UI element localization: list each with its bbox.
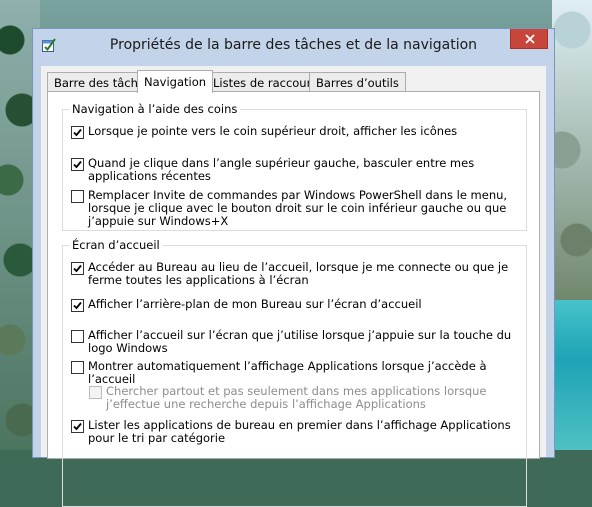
option-desktop-background[interactable]: Afficher l’arrière-plan de mon Bureau su… — [71, 298, 518, 312]
check-icon — [73, 128, 82, 137]
option-label: Lister les applications de bureau en pre… — [88, 418, 511, 445]
wallpaper-sea — [552, 300, 592, 450]
option-label: Chercher partout et pas seulement dans m… — [106, 384, 487, 411]
option-label: Remplacer Invite de commandes par Window… — [88, 188, 508, 228]
option-boot-to-desktop[interactable]: Accéder au Bureau au lieu de l’accueil, … — [71, 261, 518, 287]
check-icon — [73, 301, 82, 310]
option-label: Afficher l’arrière-plan de mon Bureau su… — [88, 297, 422, 311]
wallpaper-foliage-right — [552, 0, 592, 300]
checkbox[interactable] — [71, 158, 84, 171]
checkbox[interactable] — [71, 420, 84, 433]
option-label: Quand je clique dans l’angle supérieur g… — [88, 156, 475, 183]
checkbox[interactable] — [71, 299, 84, 312]
option-search-everywhere: Chercher partout et pas seulement dans m… — [89, 385, 518, 411]
option-label: Lorsque je pointe vers le coin supérieur… — [88, 124, 458, 138]
option-label: Afficher l’accueil sur l’écran que j’uti… — [88, 328, 512, 355]
option-show-apps-view[interactable]: Montrer automatiquement l’affichage Appl… — [71, 360, 518, 386]
checkbox-disabled — [89, 386, 102, 399]
start-screen-group: Écran d’accueil Accéder au Bureau au lie… — [62, 238, 527, 507]
window-title: Propriétés de la barre des tâches et de … — [109, 37, 478, 53]
corner-navigation-group: Navigation à l’aide des coins Lorsque je… — [62, 102, 527, 231]
check-icon — [73, 422, 82, 431]
properties-dialog: Propriétés de la barre des tâches et de … — [32, 28, 555, 507]
checkbox[interactable] — [71, 330, 84, 343]
dialog-client-area: Barre des tâches Navigation Listes de ra… — [41, 66, 546, 507]
option-switch-apps-top-left[interactable]: Quand je clique dans l’angle supérieur g… — [71, 157, 518, 183]
option-powershell-menu[interactable]: Remplacer Invite de commandes par Window… — [71, 189, 518, 228]
tab-barres-d-outils[interactable]: Barres d’outils — [309, 72, 406, 92]
option-charms-top-right[interactable]: Lorsque je pointe vers le coin supérieur… — [71, 125, 518, 139]
option-label: Montrer automatiquement l’affichage Appl… — [88, 359, 487, 386]
group-title-corners: Navigation à l’aide des coins — [69, 102, 241, 116]
navigation-tab-panel: Navigation à l’aide des coins Lorsque je… — [47, 91, 540, 507]
checkbox[interactable] — [71, 190, 84, 203]
group-title-start: Écran d’accueil — [69, 238, 163, 252]
title-bar[interactable]: Propriétés de la barre des tâches et de … — [33, 29, 554, 65]
checkbox[interactable] — [71, 126, 84, 139]
option-start-on-active-screen[interactable]: Afficher l’accueil sur l’écran que j’uti… — [71, 329, 518, 355]
checkbox[interactable] — [71, 361, 84, 374]
option-desktop-apps-first[interactable]: Lister les applications de bureau en pre… — [71, 419, 518, 445]
close-button[interactable] — [510, 29, 548, 49]
close-icon — [525, 34, 535, 44]
tab-navigation[interactable]: Navigation — [137, 70, 214, 93]
check-icon — [73, 160, 82, 169]
checkbox[interactable] — [71, 262, 84, 275]
option-label: Accéder au Bureau au lieu de l’accueil, … — [88, 260, 509, 287]
check-icon — [73, 264, 82, 273]
